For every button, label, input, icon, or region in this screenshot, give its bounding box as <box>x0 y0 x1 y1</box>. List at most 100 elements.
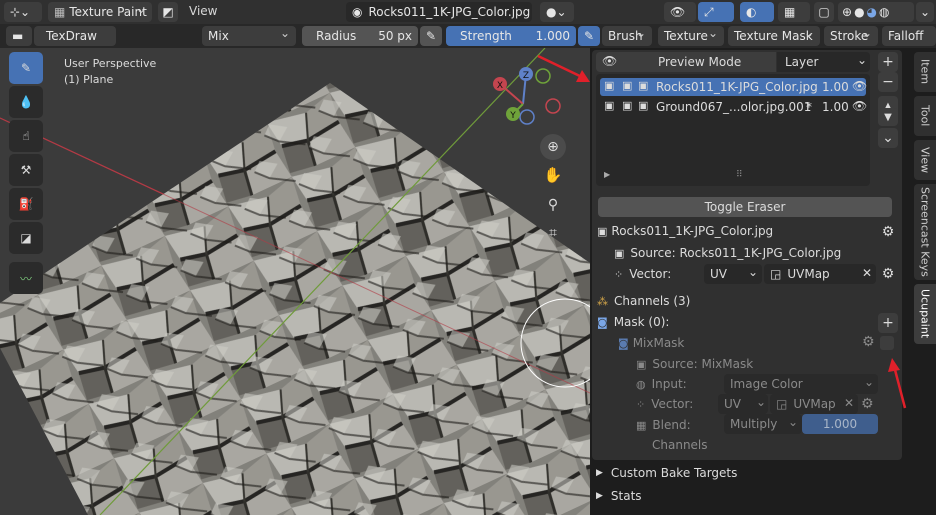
vector-settings-button[interactable]: ⚙ <box>878 264 898 284</box>
falloff-menu[interactable]: Falloff <box>882 26 936 46</box>
layer-settings-button[interactable]: ⚙ <box>878 222 898 242</box>
sidebar-tabs: Item Tool View Screencast Keys Ucupaint <box>914 48 936 515</box>
tab-item[interactable]: Item <box>914 52 936 92</box>
grid-perspective-icon[interactable]: ⌗ <box>540 220 566 246</box>
gear-icon[interactable]: ⚙ <box>861 396 874 412</box>
vector-type-dropdown[interactable]: UV ⌄ <box>704 264 762 284</box>
chevron-down-icon: ⌄ <box>882 130 894 146</box>
add-layer-button[interactable]: + <box>878 52 898 72</box>
tool-annotate[interactable]: 〰 <box>9 262 43 294</box>
tab-preview-mode[interactable]: 👁 Preview Mode <box>596 52 776 72</box>
channels-icon: ⁂ <box>597 294 608 308</box>
radius-slider[interactable]: Radius 50 px <box>302 26 418 46</box>
tool-clone[interactable]: ⚒ <box>9 154 43 186</box>
input-dropdown[interactable]: Image Color ⌄ <box>724 374 878 394</box>
visibility-dropdown[interactable]: 👁 <box>664 2 696 22</box>
shading-dropdown[interactable]: ●⌄ <box>540 2 574 22</box>
tab-tool[interactable]: Tool <box>914 96 936 136</box>
camera-icon[interactable]: ⚲ <box>540 192 566 218</box>
xray-dropdown[interactable]: ▦ <box>778 2 810 22</box>
wireframe-icon: ⊕ <box>842 5 853 19</box>
tab-view[interactable]: View <box>914 140 936 180</box>
add-mask-button[interactable]: + <box>878 313 898 333</box>
chevron-down-icon: ⌄ <box>864 375 875 389</box>
mask-toggle-button[interactable]: ◩ <box>158 2 178 22</box>
overlay-toggle[interactable]: ◐ <box>740 2 774 22</box>
brush-name: TexDraw <box>46 29 97 43</box>
3d-viewport[interactable]: User Perspective (1) Plane Z X Y ⊕ ✋ ⚲ ⌗ <box>0 48 590 515</box>
strength-pressure-button[interactable]: ✎ <box>578 26 600 46</box>
stats-section[interactable]: ▶ Stats <box>596 489 642 503</box>
chevron-down-icon: ⌄ <box>756 395 767 409</box>
mix-uvmap-field[interactable]: ◲ UVMap ✕ <box>770 394 858 414</box>
custom-bake-section[interactable]: ▶ Custom Bake Targets <box>596 466 737 480</box>
blend-amount-slider[interactable]: 1.000 <box>802 414 878 434</box>
toggle-eraser-button[interactable]: Toggle Eraser <box>598 197 892 217</box>
shading-options[interactable]: ⌄ <box>916 2 934 22</box>
gizmo-toggle[interactable]: ⤢ <box>698 2 734 22</box>
tool-smear[interactable]: ☝ <box>9 120 43 152</box>
tool-fill[interactable]: ⛽ <box>9 188 43 220</box>
overlay-icon: ◐ <box>746 5 757 19</box>
tab-tool-label: Tool <box>918 105 932 127</box>
navigation-gizmo[interactable]: Z X Y <box>488 60 578 150</box>
eye-icon[interactable]: 👁 <box>852 99 867 113</box>
tool-draw[interactable]: ✎ <box>9 52 43 84</box>
gear-icon[interactable]: ⚙ <box>862 334 875 350</box>
move-down-button[interactable]: ▼ <box>878 108 898 126</box>
expand-icon[interactable]: ▶ <box>604 170 610 179</box>
image-icon: ▣ <box>604 99 615 112</box>
draw-brush-icon: ✎ <box>20 61 32 75</box>
strength-slider[interactable]: Strength 1.000 <box>446 26 576 46</box>
image-icon: ▣ <box>622 99 633 112</box>
texture-mask-menu[interactable]: Texture Mask <box>728 26 820 46</box>
view-menu[interactable]: View <box>189 4 217 18</box>
mixmask-label: MixMask <box>632 336 685 350</box>
brush-menu[interactable]: Brush <box>602 26 652 46</box>
stroke-menu[interactable]: Stroke <box>824 26 878 46</box>
blend-mode-dropdown[interactable]: Mix <box>202 26 296 46</box>
resize-grip[interactable]: ⠿ <box>736 170 743 180</box>
close-icon[interactable]: ✕ <box>862 266 872 280</box>
zoom-icon[interactable]: ⊕ <box>540 134 566 160</box>
tool-soften[interactable]: 💧 <box>9 86 43 118</box>
input-label: Input: <box>651 377 687 391</box>
list-item[interactable]: ▣ ▣ ▣ Ground067_...olor.jpg.001 * 1.00 👁 <box>600 98 867 116</box>
xray-toggle[interactable]: ▢ <box>814 2 834 22</box>
radius-pressure-button[interactable]: ✎ <box>420 26 442 46</box>
remove-layer-button[interactable]: − <box>878 72 898 92</box>
layer-dropdown[interactable]: Layer ⌄ <box>777 52 870 72</box>
layer-image-row: ▣ Rocks011_1K-JPG_Color.jpg <box>597 224 773 238</box>
tab-ucupaint[interactable]: Ucupaint <box>914 284 936 344</box>
eye-icon: 👁 <box>602 54 618 68</box>
pen-pressure-icon: ✎ <box>425 29 437 43</box>
mode-dropdown[interactable]: ▦ Texture Paint <box>48 2 152 22</box>
brush-icon-button[interactable]: ▬ <box>6 26 32 46</box>
blend-dropdown[interactable]: Multiply ⌄ <box>724 414 802 434</box>
editor-type-button[interactable]: ⊹⌄ <box>4 2 42 22</box>
mixmask-row[interactable]: ◙ MixMask <box>618 336 684 350</box>
eye-icon[interactable]: 👁 <box>852 79 867 93</box>
shading-modes[interactable]: ⊕ ● ◕ ◍ <box>838 2 914 22</box>
mix-vector-label: Vector: <box>651 397 694 411</box>
checker-icon: ▦ <box>784 5 796 19</box>
image-selector[interactable]: ◉ Rocks011_1K-JPG_Color.jpg <box>346 2 532 22</box>
chevron-down-icon: ⌄ <box>920 5 931 19</box>
list-options-button[interactable]: ⌄ <box>878 128 898 148</box>
list-item[interactable]: ▣ ▣ ▣ Rocks011_1K-JPG_Color.jpg 1.00 👁 <box>600 78 867 96</box>
tab-screencast-keys[interactable]: Screencast Keys <box>914 184 936 280</box>
texture-paint-icon: ▦ <box>54 5 66 19</box>
image-icon: ▣ <box>622 79 633 92</box>
mix-vector-type-dropdown[interactable]: UV ⌄ <box>718 394 768 414</box>
mixmask-checkbox[interactable] <box>880 336 894 350</box>
tool-mask[interactable]: ◪ <box>9 222 43 254</box>
hand-pan-icon[interactable]: ✋ <box>540 162 566 188</box>
brush-selector[interactable]: TexDraw <box>34 26 116 46</box>
uvmap-field[interactable]: ◲ UVMap ✕ <box>764 264 876 284</box>
mask-row[interactable]: ◙ Mask (0): <box>597 315 669 329</box>
texture-menu[interactable]: Texture <box>658 26 724 46</box>
channels-row[interactable]: ⁂ Channels (3) <box>597 294 690 308</box>
perspective-label: User Perspective <box>64 57 157 70</box>
smear-icon: ☝ <box>22 129 30 143</box>
close-icon[interactable]: ✕ <box>844 396 854 410</box>
